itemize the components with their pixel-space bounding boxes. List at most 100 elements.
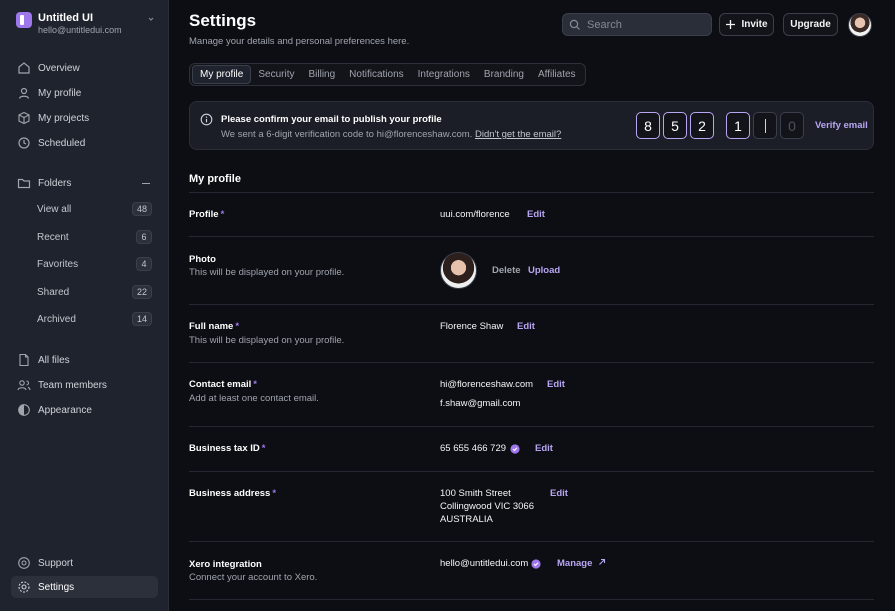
photo-help: This will be displayed on your profile.: [189, 267, 345, 278]
required-mark: *: [235, 321, 240, 332]
tab-my-profile[interactable]: My profile: [192, 65, 252, 84]
email-help: Add at least one contact email.: [189, 393, 319, 404]
divider: [189, 541, 874, 542]
profile-label: Profile *: [189, 209, 224, 220]
tab-billing[interactable]: Billing: [301, 65, 342, 84]
manage-xero-button[interactable]: Manage: [557, 558, 606, 569]
sidebar: Untitled UI hello@untitledui.com Overvie…: [0, 0, 169, 611]
otp-digit-1[interactable]: 8: [636, 112, 660, 139]
gear-icon: [18, 581, 30, 593]
edit-fullname-button[interactable]: Edit: [517, 321, 535, 332]
folder-count-badge: 22: [131, 285, 152, 299]
sidebar-item-support[interactable]: Support: [11, 552, 158, 574]
field-label-text: Profile: [189, 209, 219, 220]
grid-icon: [18, 62, 30, 74]
sidebar-item-label: Overview: [38, 62, 80, 74]
user-icon: [18, 87, 30, 99]
section-title: My profile: [189, 173, 241, 185]
verified-badge-icon: [531, 559, 541, 569]
folder-item-label: Favorites: [37, 258, 79, 270]
sidebar-item-team-members[interactable]: Team members: [11, 374, 158, 396]
sidebar-item-settings[interactable]: Settings: [11, 576, 158, 598]
divider: [189, 471, 874, 472]
address-line-1: 100 Smith Street: [440, 488, 511, 499]
banner-text: We sent a 6-digit verification code to h…: [221, 129, 561, 140]
tax-id-label: Business tax ID *: [189, 443, 265, 454]
required-mark: *: [220, 209, 225, 220]
verify-email-button[interactable]: Verify email: [815, 120, 868, 131]
tab-security[interactable]: Security: [251, 65, 301, 84]
sidebar-item-my-profile[interactable]: My profile: [11, 82, 158, 104]
edit-address-button[interactable]: Edit: [550, 488, 568, 499]
brand-logo: [16, 12, 32, 28]
search-icon: [569, 19, 580, 30]
otp-digit-2[interactable]: 5: [663, 112, 687, 139]
otp-digit-6[interactable]: 0: [780, 112, 804, 139]
field-label-text: Business tax ID: [189, 443, 260, 454]
folder-item-archived[interactable]: Archived 14: [11, 308, 158, 330]
sidebar-item-label: My profile: [38, 87, 82, 99]
search-box[interactable]: [562, 13, 712, 36]
divider: [189, 362, 874, 363]
profile-photo: [440, 252, 477, 289]
divider: [189, 426, 874, 427]
tax-id-value: 65 655 466 729: [440, 443, 507, 454]
email-label: Contact email *: [189, 379, 257, 390]
email-secondary-value: f.shaw@gmail.com: [440, 398, 521, 409]
fullname-value: Florence Shaw: [440, 321, 504, 332]
xero-account-value: hello@untitledui.com: [440, 558, 529, 569]
contrast-icon: [18, 404, 30, 416]
otp-digit-5[interactable]: [753, 112, 777, 139]
address-line-3: AUSTRALIA: [440, 514, 493, 525]
tab-integrations[interactable]: Integrations: [411, 65, 477, 84]
delete-photo-button[interactable]: Delete: [492, 265, 521, 276]
sidebar-item-appearance[interactable]: Appearance: [11, 399, 158, 421]
email-primary-value: hi@florenceshaw.com: [440, 379, 534, 390]
divider: [189, 236, 874, 237]
banner-title: Please confirm your email to publish you…: [221, 114, 442, 125]
collapse-icon[interactable]: [142, 183, 150, 184]
profile-url-value: uui.com/florence: [440, 209, 510, 220]
otp-digit-3[interactable]: 2: [690, 112, 714, 139]
folder-item-view-all[interactable]: View all 48: [11, 198, 158, 220]
edit-email-button[interactable]: Edit: [547, 379, 565, 390]
plus-icon: [726, 20, 736, 29]
arrow-up-right-icon: [599, 558, 606, 565]
tab-affiliates[interactable]: Affiliates: [531, 65, 583, 84]
folder-item-label: Archived: [37, 313, 76, 325]
folder-item-shared[interactable]: Shared 22: [11, 281, 158, 303]
folder-item-recent[interactable]: Recent 6: [11, 226, 158, 248]
sidebar-item-overview[interactable]: Overview: [11, 57, 158, 79]
users-icon: [17, 380, 31, 391]
sidebar-item-label: Scheduled: [38, 137, 86, 149]
invite-button[interactable]: Invite: [719, 13, 774, 36]
user-avatar[interactable]: [848, 13, 872, 37]
sidebar-item-scheduled[interactable]: Scheduled: [11, 132, 158, 154]
sidebar-item-my-projects[interactable]: My projects: [11, 107, 158, 129]
folder-item-label: Shared: [37, 286, 70, 298]
info-icon: [200, 113, 213, 126]
photo-label: Photo: [189, 254, 216, 265]
email-confirm-banner: Please confirm your email to publish you…: [189, 101, 874, 150]
resend-email-link[interactable]: Didn't get the email?: [475, 129, 561, 140]
sidebar-item-all-files[interactable]: All files: [11, 349, 158, 371]
cube-icon: [18, 111, 30, 125]
page-subtitle: Manage your details and personal prefere…: [189, 36, 410, 47]
divider: [189, 304, 874, 305]
sidebar-folders-toggle[interactable]: Folders: [11, 172, 158, 194]
required-mark: *: [253, 379, 257, 390]
edit-tax-id-button[interactable]: Edit: [535, 443, 553, 454]
workspace-switcher[interactable]: Untitled UI hello@untitledui.com: [16, 11, 156, 37]
edit-profile-button[interactable]: Edit: [527, 209, 545, 220]
search-input[interactable]: [587, 18, 697, 31]
clock-icon: [18, 137, 30, 149]
required-mark: *: [261, 443, 266, 454]
folder-item-favorites[interactable]: Favorites 4: [11, 253, 158, 275]
upgrade-button[interactable]: Upgrade: [783, 13, 838, 36]
tab-branding[interactable]: Branding: [477, 65, 531, 84]
tab-notifications[interactable]: Notifications: [342, 65, 410, 84]
field-label-text: Full name: [189, 321, 234, 332]
upload-photo-button[interactable]: Upload: [528, 265, 560, 276]
otp-digit-4[interactable]: 1: [726, 112, 750, 139]
field-label-text: Contact email: [189, 379, 252, 390]
